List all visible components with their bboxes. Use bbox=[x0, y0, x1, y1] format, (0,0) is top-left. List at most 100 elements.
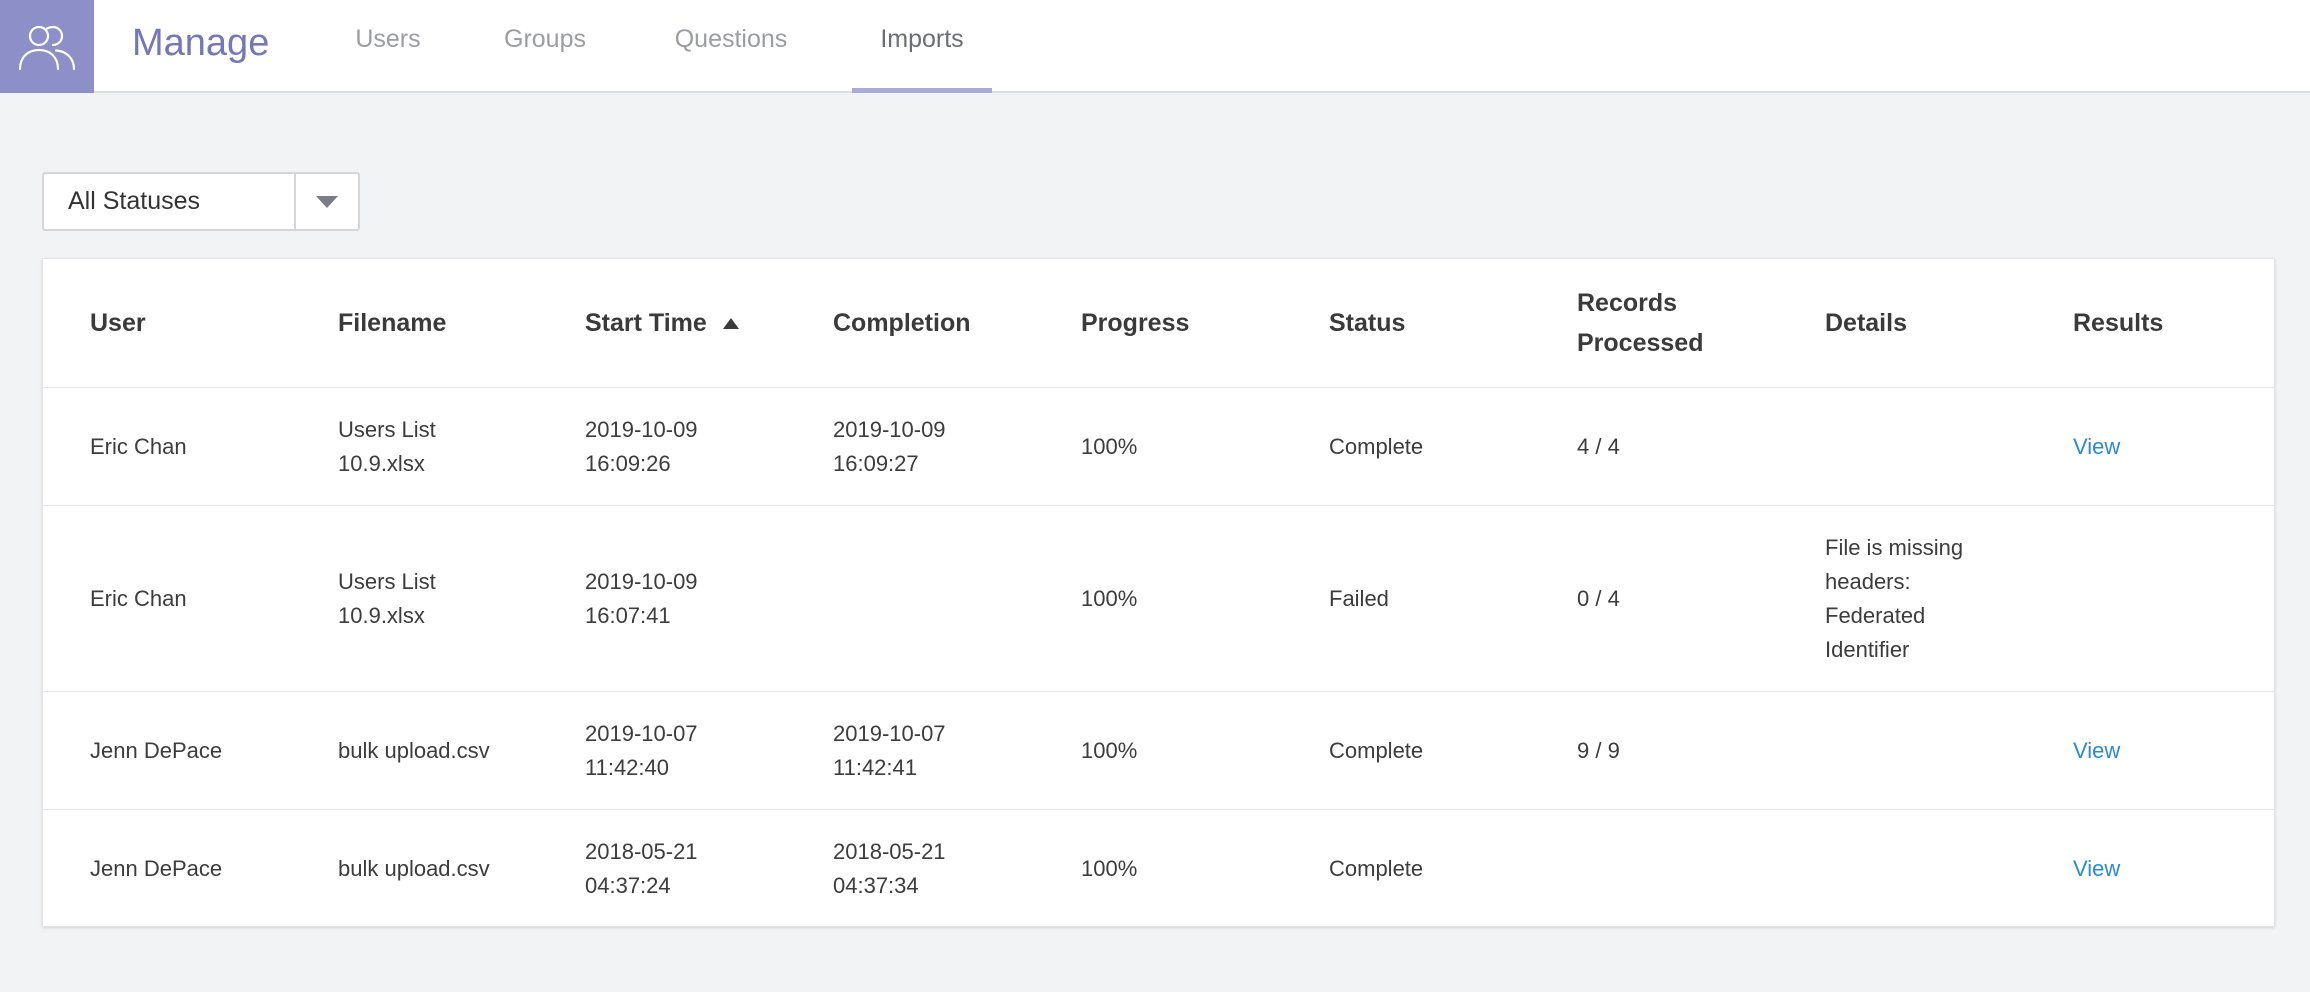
cell-text: 0 / 4 bbox=[1577, 585, 1620, 611]
cell-completion: 2018-05-21 04:37:34 bbox=[833, 810, 946, 928]
column-header-label: Details bbox=[1825, 309, 1907, 337]
cell-start-time: 2018-05-21 04:37:24 bbox=[585, 810, 698, 928]
cell-text: 2019-10-07 11:42:41 bbox=[833, 720, 946, 780]
tab-questions[interactable]: Questions bbox=[660, 0, 802, 93]
column-header-label: Results bbox=[2073, 309, 2164, 337]
app-title: Manage bbox=[132, 22, 270, 64]
cell-text: 2019-10-09 16:09:27 bbox=[833, 416, 946, 476]
column-header-label: User bbox=[90, 309, 146, 337]
cell-progress: 100% bbox=[1081, 388, 1137, 505]
cell-status: Complete bbox=[1329, 692, 1423, 809]
column-header-details: Details bbox=[1825, 259, 1907, 387]
cell-text: Eric Chan bbox=[90, 585, 187, 611]
cell-completion: 2019-10-09 16:09:27 bbox=[833, 388, 946, 505]
tab-imports[interactable]: Imports bbox=[852, 0, 992, 93]
status-filter-dropdown[interactable]: All Statuses bbox=[42, 172, 360, 231]
cell-progress: 100% bbox=[1081, 692, 1137, 809]
cell-status: Complete bbox=[1329, 388, 1423, 505]
cell-text: Jenn DePace bbox=[90, 856, 223, 881]
column-header-filename: Filename bbox=[338, 259, 446, 387]
column-header-label: Completion bbox=[833, 309, 971, 337]
cell-results: View bbox=[2073, 388, 2120, 505]
cell-text: 100% bbox=[1081, 585, 1138, 611]
cell-text: 9 / 9 bbox=[1577, 737, 1620, 763]
cell-text: 100% bbox=[1081, 737, 1138, 763]
column-header-label: Start Time bbox=[585, 309, 707, 337]
cell-filename: bulk upload.csv bbox=[338, 810, 490, 928]
imports-table: User Filename Start Time Completion Prog… bbox=[42, 258, 2275, 927]
status-filter-value: All Statuses bbox=[68, 187, 201, 215]
cell-text: 2018-05-21 04:37:24 bbox=[585, 839, 698, 898]
tab-groups[interactable]: Groups bbox=[490, 0, 600, 93]
cell-results: View bbox=[2073, 692, 2120, 809]
cell-filename: Users List 10.9.xlsx bbox=[338, 388, 436, 505]
cell-start-time: 2019-10-09 16:09:26 bbox=[585, 388, 698, 505]
cell-text: 2019-10-07 11:42:40 bbox=[585, 720, 698, 780]
cell-text: Users List 10.9.xlsx bbox=[338, 416, 436, 476]
cell-text: 4 / 4 bbox=[1577, 433, 1620, 459]
table-row: Jenn DePace bulk upload.csv 2019-10-07 1… bbox=[43, 692, 2274, 810]
cell-text: 2019-10-09 16:07:41 bbox=[585, 568, 698, 628]
users-group-icon bbox=[18, 25, 76, 70]
cell-text: bulk upload.csv bbox=[338, 737, 490, 763]
column-header-progress: Progress bbox=[1081, 259, 1189, 387]
cell-user: Jenn DePace bbox=[90, 810, 222, 928]
app-logo[interactable] bbox=[0, 0, 94, 93]
tab-label: Questions bbox=[674, 25, 788, 53]
cell-completion: 2019-10-07 11:42:41 bbox=[833, 692, 946, 809]
column-header-status: Status bbox=[1329, 259, 1405, 387]
cell-start-time: 2019-10-07 11:42:40 bbox=[585, 692, 698, 809]
cell-start-time: 2019-10-09 16:07:41 bbox=[585, 506, 698, 691]
cell-filename: Users List 10.9.xlsx bbox=[338, 506, 436, 691]
column-header-completion: Completion bbox=[833, 259, 971, 387]
tab-label: Users bbox=[355, 25, 421, 53]
cell-text: File is missing headers: Federated Ident… bbox=[1825, 534, 1964, 662]
cell-records-processed: 9 / 9 bbox=[1577, 692, 1620, 809]
column-header-label: Filename bbox=[338, 309, 447, 337]
cell-status: Complete bbox=[1329, 810, 1423, 928]
column-header-label: Progress bbox=[1081, 309, 1190, 337]
cell-text: 2018-05-21 04:37:34 bbox=[833, 839, 946, 898]
cell-text: Jenn DePace bbox=[90, 737, 223, 763]
cell-text: Eric Chan bbox=[90, 433, 187, 459]
table-row: Jenn DePace bulk upload.csv 2018-05-21 0… bbox=[43, 810, 2274, 928]
view-results-link[interactable]: View bbox=[2073, 734, 2120, 768]
cell-progress: 100% bbox=[1081, 810, 1137, 928]
column-header-start-time[interactable]: Start Time bbox=[585, 259, 739, 387]
column-header-label: Status bbox=[1329, 309, 1406, 337]
cell-text: 100% bbox=[1081, 433, 1138, 459]
tab-label: Imports bbox=[880, 25, 964, 53]
table-header-row: User Filename Start Time Completion Prog… bbox=[43, 259, 2274, 388]
table-row: Eric Chan Users List 10.9.xlsx 2019-10-0… bbox=[43, 388, 2274, 506]
cell-text: Failed bbox=[1329, 585, 1389, 611]
cell-user: Jenn DePace bbox=[90, 692, 222, 809]
cell-text: Complete bbox=[1329, 856, 1424, 881]
top-navigation-bar: Manage Users Groups Questions Imports bbox=[0, 0, 2310, 93]
cell-records-processed: 4 / 4 bbox=[1577, 388, 1620, 505]
table-row: Eric Chan Users List 10.9.xlsx 2019-10-0… bbox=[43, 506, 2274, 692]
cell-status: Failed bbox=[1329, 506, 1389, 691]
cell-progress: 100% bbox=[1081, 506, 1137, 691]
caret-down-icon bbox=[316, 195, 338, 208]
cell-results: View bbox=[2073, 810, 2120, 928]
status-filter-toggle[interactable] bbox=[294, 174, 358, 229]
cell-records-processed: 0 / 4 bbox=[1577, 506, 1620, 691]
column-header-results: Results bbox=[2073, 259, 2163, 387]
column-header-label: Records Processed bbox=[1577, 289, 1704, 357]
tab-label: Groups bbox=[504, 25, 586, 53]
cell-text: 2019-10-09 16:09:26 bbox=[585, 416, 698, 476]
sort-ascending-icon bbox=[722, 317, 739, 329]
cell-text: Complete bbox=[1329, 433, 1424, 459]
cell-user: Eric Chan bbox=[90, 388, 187, 505]
cell-text: bulk upload.csv bbox=[338, 856, 490, 881]
column-header-user: User bbox=[90, 259, 146, 387]
view-results-link[interactable]: View bbox=[2073, 430, 2120, 464]
cell-details: File is missing headers: Federated Ident… bbox=[1825, 506, 1963, 691]
view-results-link[interactable]: View bbox=[2073, 852, 2120, 886]
column-header-records-processed: Records Processed bbox=[1577, 259, 1703, 387]
tab-users[interactable]: Users bbox=[328, 0, 448, 93]
cell-filename: bulk upload.csv bbox=[338, 692, 490, 809]
cell-user: Eric Chan bbox=[90, 506, 187, 691]
cell-text: Complete bbox=[1329, 737, 1424, 763]
cell-text: 100% bbox=[1081, 856, 1138, 881]
